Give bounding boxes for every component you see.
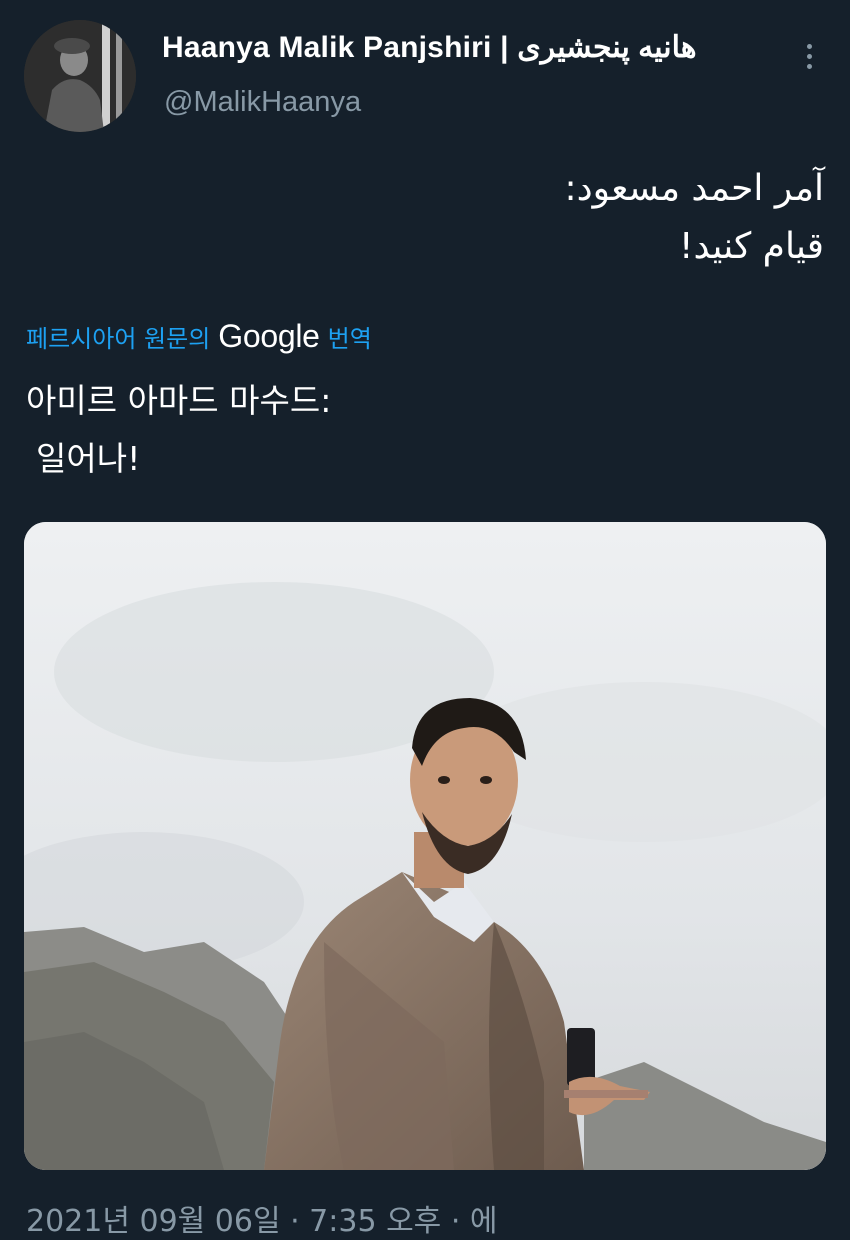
user-handle[interactable]: @MalikHaanya [164,86,361,119]
tweet-text-original-line1: آمر احمد مسعود: [564,168,824,209]
tweet-text-translated-line1: 아미르 아마드 마수드: [26,381,332,420]
tweet-photo[interactable] [24,522,826,1170]
display-name[interactable]: Haanya Malik Panjshiri | هانیه پنجشیری [162,30,697,65]
tweet-text-original: آمر احمد مسعود: قیام کنید! [224,160,824,276]
google-logo: Google [218,318,320,354]
tweet-timestamp[interactable]: 2021년 09월 06일 · 7:35 오후 · 에 [26,1196,498,1240]
avatar[interactable] [24,20,136,132]
tweet-text-original-line2: قیام کنید! [679,226,824,267]
tweet-text-translated-line2: 일어나! [36,439,141,478]
tweet-text-translated: 아미르 아마드 마수드: 일어나! [26,372,331,488]
tweet: Haanya Malik Panjshiri | هانیه پنجشیری @… [0,0,850,1240]
translation-label-suffix: 번역 [327,325,372,353]
translation-attribution[interactable]: 페르시아어 원문의 Google 번역 [26,318,372,355]
more-vertical-icon[interactable] [794,36,824,76]
translation-label-prefix: 페르시아어 원문의 [26,325,211,353]
